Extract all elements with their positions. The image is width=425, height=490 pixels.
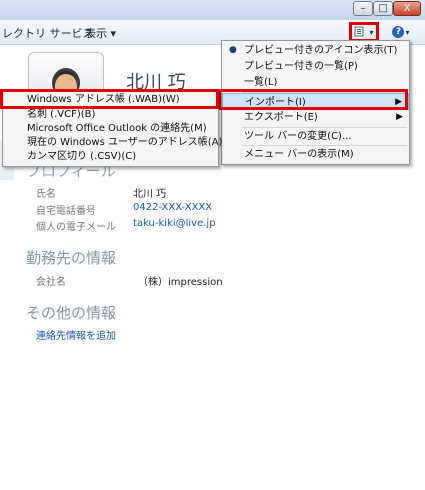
directory-services-menu[interactable]: レクトリ サービス: [2, 25, 94, 41]
menu-item-label: プレビュー付きのアイコン表示(T): [244, 45, 398, 56]
view-menu[interactable]: 表示 ▾: [85, 25, 116, 41]
chevron-down-icon: ▾: [369, 27, 374, 37]
submenu-item-label: 現在の Windows ユーザーのアドレス帳(A): [27, 137, 223, 148]
menu-item-label: 一覧(L): [244, 77, 278, 88]
field-label-email: 個人の電子メール: [36, 222, 116, 233]
field-label-company: 会社名: [36, 277, 66, 288]
help-menu-button[interactable]: ? ▾: [386, 22, 416, 42]
minimize-button[interactable]: –: [353, 1, 373, 16]
menu-item-export[interactable]: エクスポート(E) ▶: [222, 109, 409, 126]
menu-item-label: ツール バーの変更(C)...: [244, 131, 352, 142]
submenu-item-windows-user[interactable]: 現在の Windows ユーザーのアドレス帳(A): [3, 135, 222, 150]
menu-item-label: エクスポート(E): [244, 112, 318, 123]
views-icon: [354, 26, 364, 37]
submenu-arrow-icon: ▶: [396, 112, 403, 122]
home-phone-link[interactable]: 0422-XXX-XXXX: [133, 202, 212, 213]
work-section-heading: 勤務先の情報: [26, 249, 117, 267]
help-icon: ?: [392, 26, 405, 38]
menu-item-icon-preview[interactable]: ● プレビュー付きのアイコン表示(T): [222, 42, 409, 59]
menu-item-label: メニュー バーの表示(M): [244, 149, 354, 160]
field-label-home-phone: 自宅電話番号: [36, 206, 96, 217]
menu-item-label: プレビュー付きの一覧(P): [244, 61, 358, 72]
wab-highlight-box: [0, 89, 219, 109]
minimize-icon: –: [360, 3, 366, 14]
menu-item-list-preview[interactable]: プレビュー付きの一覧(P): [222, 58, 409, 75]
submenu-item-outlook[interactable]: Microsoft Office Outlook の連絡先(M): [3, 121, 218, 136]
close-button[interactable]: X: [393, 1, 421, 16]
field-value-name: 北川 巧: [133, 189, 167, 200]
submenu-item-vcf[interactable]: 名刺 (.VCF)(B): [3, 107, 218, 122]
views-menu-button[interactable]: ▾: [349, 22, 379, 42]
submenu-item-label: カンマ区切り (.CSV)(C): [27, 151, 137, 162]
menu-item-show-menubar[interactable]: メニュー バーの表示(M): [222, 146, 409, 163]
maximize-icon: □: [378, 3, 388, 14]
chevron-down-icon: ▾: [405, 27, 410, 37]
submenu-item-label: Microsoft Office Outlook の連絡先(M): [27, 123, 207, 134]
selected-bullet-icon: ●: [229, 45, 237, 55]
field-value-company: （株）impression: [138, 277, 223, 288]
add-contact-info-link[interactable]: 連絡先情報を追加: [36, 327, 116, 342]
email-link[interactable]: taku-kiki@live.jp: [133, 218, 216, 229]
other-section-heading: その他の情報: [26, 304, 117, 322]
close-icon: X: [403, 3, 411, 14]
submenu-item-label: 名刺 (.VCF)(B): [27, 109, 96, 120]
field-label-name: 氏名: [36, 189, 56, 200]
maximize-button[interactable]: □: [373, 1, 393, 16]
submenu-item-csv[interactable]: カンマ区切り (.CSV)(C): [3, 149, 218, 164]
import-highlight-box: [218, 89, 408, 110]
menu-item-customize-toolbar[interactable]: ツール バーの変更(C)...: [222, 128, 409, 145]
